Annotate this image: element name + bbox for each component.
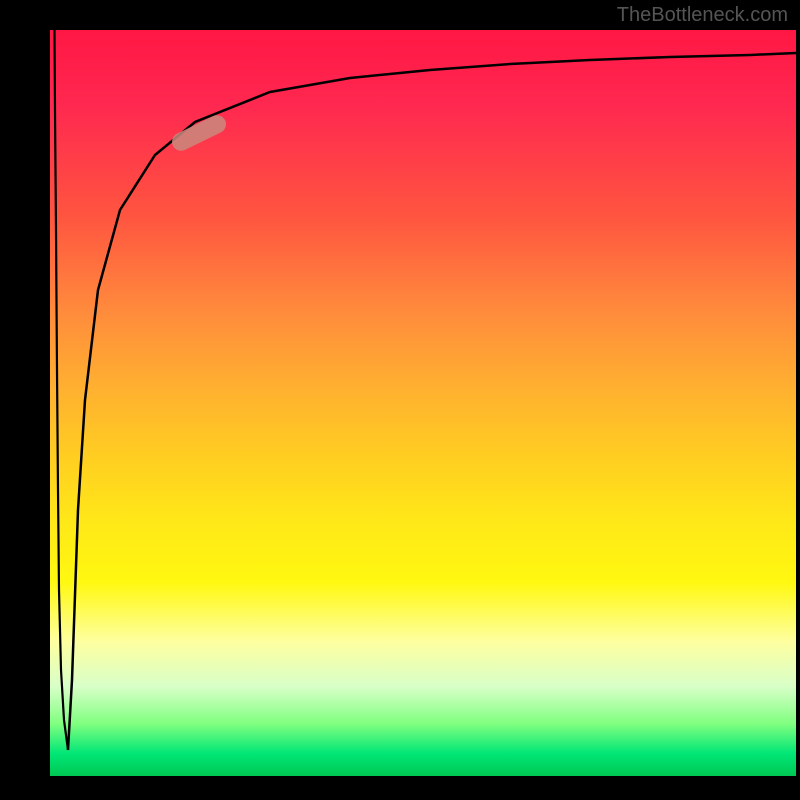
bottleneck-curve-descent [55, 30, 69, 750]
watermark-text: TheBottleneck.com [617, 4, 788, 27]
highlight-segment [169, 112, 229, 154]
bottleneck-curve [68, 53, 796, 750]
chart-svg [50, 30, 796, 776]
chart-plot-area [50, 30, 796, 776]
